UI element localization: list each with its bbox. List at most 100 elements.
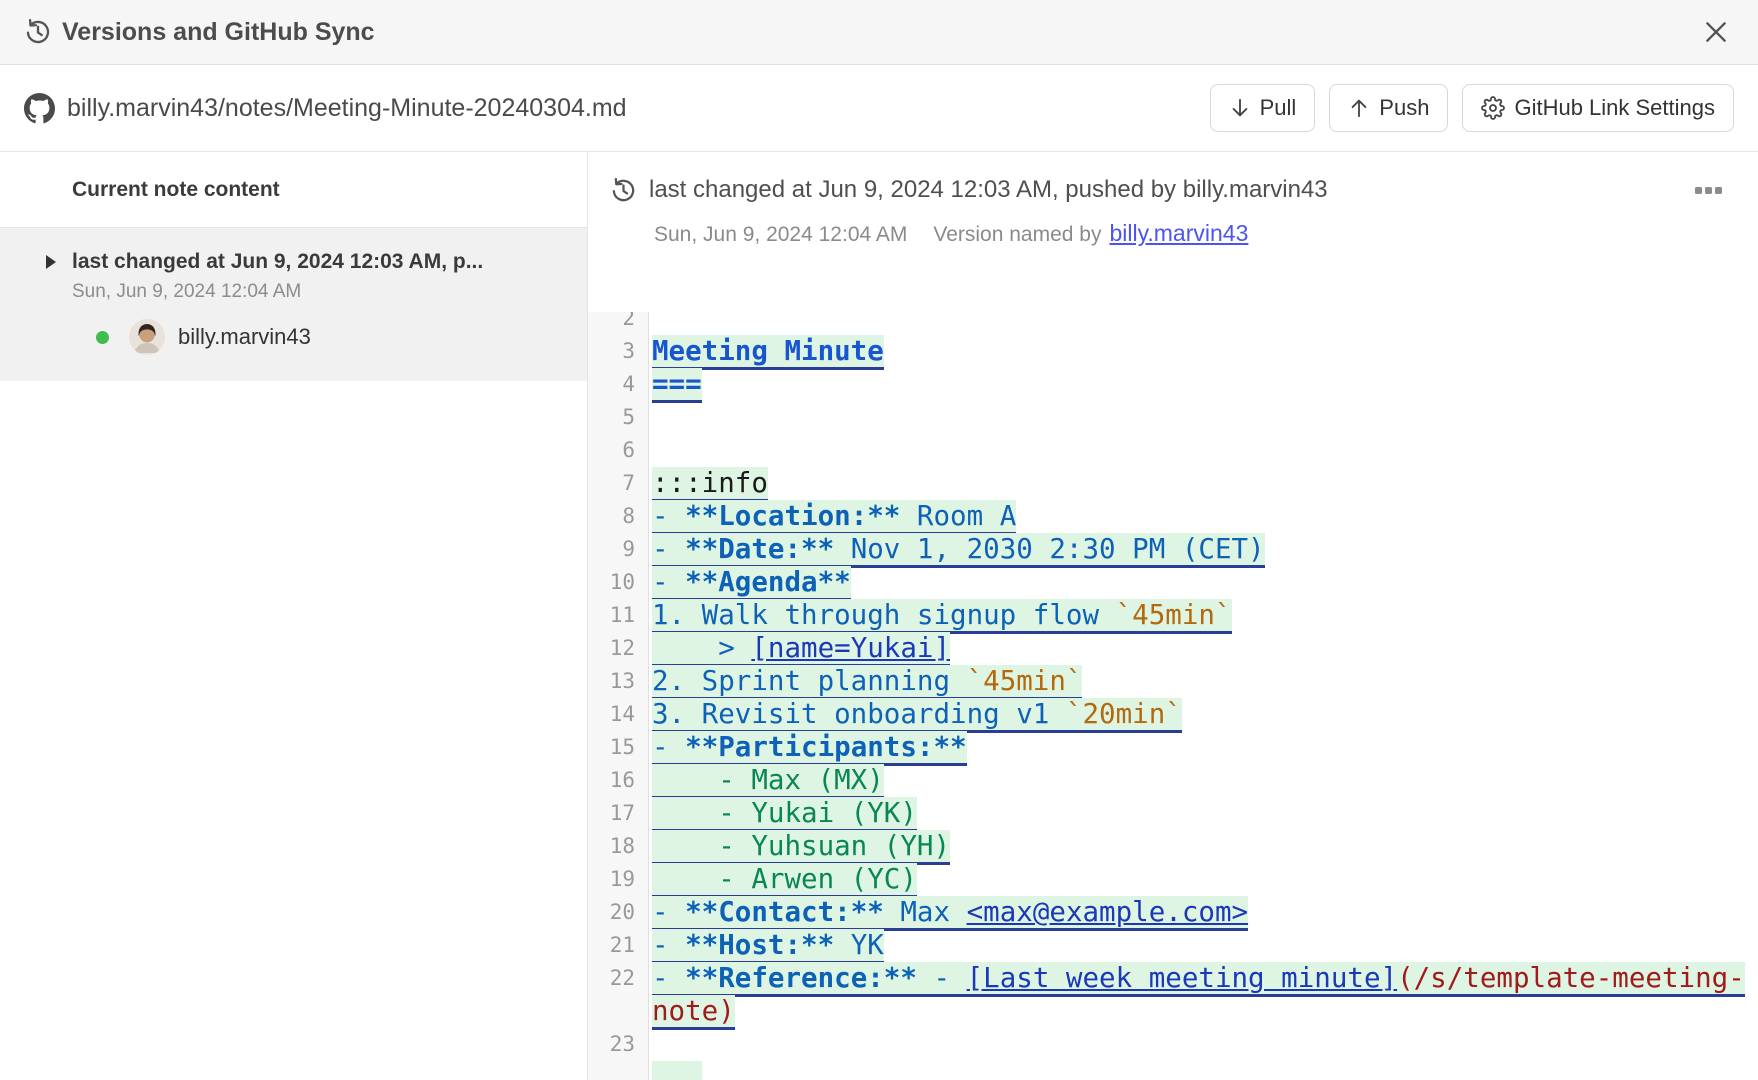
version-author-name: billy.marvin43 (178, 324, 311, 350)
avatar (129, 319, 165, 355)
line-content: - Max (MX) (648, 764, 1758, 797)
line-number: 22 (588, 962, 648, 995)
line-number: 9 (588, 533, 648, 566)
history-icon (610, 177, 637, 204)
diff-added-segment: Meeting Minute (652, 335, 884, 370)
push-button[interactable]: Push (1329, 84, 1448, 132)
line-content: 2. Sprint planning `45min` (648, 665, 1758, 698)
line-number: 18 (588, 830, 648, 863)
diff-added-segment: - **Participants:** (652, 731, 967, 766)
version-detail-panel: last changed at Jun 9, 2024 12:03 AM, pu… (588, 152, 1758, 1080)
gear-icon (1481, 96, 1505, 120)
code-lines: 23Meeting Minute4===567:::info8- **Locat… (588, 312, 1758, 1080)
line-content: - **Host:** YK (648, 929, 1758, 962)
line-content: - **Reference:** - [Last week meeting mi… (648, 962, 1758, 1028)
line-number: 19 (588, 863, 648, 896)
code-line: 18 - Yuhsuan (YH) (588, 830, 1758, 863)
version-named-by-label: Version named by (933, 223, 1101, 247)
line-number: 17 (588, 797, 648, 830)
code-line: 2 (588, 312, 1758, 335)
online-status-dot (96, 331, 109, 344)
github-logo-icon (24, 93, 55, 124)
line-number: 8 (588, 500, 648, 533)
code-line: 16 - Max (MX) (588, 764, 1758, 797)
version-author-row: billy.marvin43 (96, 319, 567, 355)
line-number: 2 (588, 312, 648, 335)
diff-added-segment: 2. Sprint planning `45min` (652, 665, 1082, 700)
line-number: 20 (588, 896, 648, 929)
code-line (588, 1061, 1758, 1080)
line-number: 3 (588, 335, 648, 368)
code-line: 19 - Arwen (YC) (588, 863, 1758, 896)
version-named-by-user-link[interactable]: billy.marvin43 (1109, 220, 1248, 247)
code-line: 111. Walk through signup flow `45min` (588, 599, 1758, 632)
line-number: 10 (588, 566, 648, 599)
line-content: - **Agenda** (648, 566, 1758, 599)
line-content: > [name=Yukai] (648, 632, 1758, 665)
modal-title: Versions and GitHub Sync (62, 18, 375, 47)
code-line: 5 (588, 401, 1758, 434)
code-line: 21- **Host:** YK (588, 929, 1758, 962)
arrow-up-icon (1348, 97, 1370, 119)
code-line: 6 (588, 434, 1758, 467)
line-content: 1. Walk through signup flow `45min` (648, 599, 1758, 632)
expand-caret-icon[interactable] (46, 255, 56, 269)
line-content: - Arwen (YC) (648, 863, 1758, 896)
line-content: 3. Revisit onboarding v1 `20min` (648, 698, 1758, 731)
version-detail-date: Sun, Jun 9, 2024 12:04 AM (654, 223, 907, 247)
github-actions: Pull Push GitHub Link Settings (1210, 84, 1734, 132)
code-line: 3Meeting Minute (588, 335, 1758, 368)
diff-added-segment: - **Host:** YK (652, 929, 884, 964)
code-line: 17 - Yukai (YK) (588, 797, 1758, 830)
line-content: - **Contact:** Max <max@example.com> (648, 896, 1758, 929)
modal-body: Current note content last changed at Jun… (0, 152, 1758, 1080)
line-content: - **Location:** Room A (648, 500, 1758, 533)
diff-added-segment: - Yukai (YK) (652, 797, 917, 832)
line-number: 11 (588, 599, 648, 632)
line-number: 4 (588, 368, 648, 401)
modal-title-bar: Versions and GitHub Sync (0, 0, 1758, 65)
diff-added-segment: === (652, 368, 702, 403)
diff-added-segment: - Yuhsuan (YH) (652, 830, 950, 865)
diff-added-segment: :::info (652, 467, 768, 502)
line-content: - Yukai (YK) (648, 797, 1758, 830)
line-number: 16 (588, 764, 648, 797)
github-link-settings-label: GitHub Link Settings (1514, 95, 1715, 121)
version-detail-title: last changed at Jun 9, 2024 12:03 AM, pu… (649, 176, 1328, 204)
code-line: 23 (588, 1028, 1758, 1061)
diff-added-segment: 1. Walk through signup flow `45min` (652, 599, 1232, 634)
line-number: 12 (588, 632, 648, 665)
code-line: 143. Revisit onboarding v1 `20min` (588, 698, 1758, 731)
line-content: - Yuhsuan (YH) (648, 830, 1758, 863)
diff-code-viewport[interactable]: 23Meeting Minute4===567:::info8- **Locat… (588, 312, 1758, 1080)
more-options-icon[interactable] (1689, 181, 1728, 200)
diff-added-segment: - **Agenda** (652, 566, 851, 601)
line-number: 13 (588, 665, 648, 698)
version-list-item-selected[interactable]: last changed at Jun 9, 2024 12:03 AM, p.… (0, 228, 587, 381)
code-line: 8- **Location:** Room A (588, 500, 1758, 533)
code-line: 15- **Participants:** (588, 731, 1758, 764)
sidebar-header: Current note content (0, 152, 587, 228)
diff-added-segment: > [name=Yukai] (652, 632, 950, 667)
github-link-settings-button[interactable]: GitHub Link Settings (1462, 84, 1734, 132)
versions-sidebar: Current note content last changed at Jun… (0, 152, 588, 1080)
code-line: 4=== (588, 368, 1758, 401)
version-date: Sun, Jun 9, 2024 12:04 AM (72, 281, 567, 303)
code-line: 132. Sprint planning `45min` (588, 665, 1758, 698)
line-content: - **Participants:** (648, 731, 1758, 764)
diff-added-segment: - Max (MX) (652, 764, 884, 799)
line-number: 15 (588, 731, 648, 764)
close-icon[interactable] (1698, 14, 1734, 50)
line-number: 21 (588, 929, 648, 962)
line-number: 5 (588, 401, 648, 434)
diff-added-segment: - **Contact:** Max <max@example.com> (652, 896, 1248, 931)
line-content: === (648, 368, 1758, 401)
code-line: 9- **Date:** Nov 1, 2030 2:30 PM (CET) (588, 533, 1758, 566)
pull-button[interactable]: Pull (1210, 84, 1316, 132)
diff-added-segment: - **Date:** Nov 1, 2030 2:30 PM (CET) (652, 533, 1265, 568)
pull-button-label: Pull (1260, 95, 1297, 121)
line-number: 14 (588, 698, 648, 731)
line-content: - **Date:** Nov 1, 2030 2:30 PM (CET) (648, 533, 1758, 566)
code-line: 22- **Reference:** - [Last week meeting … (588, 962, 1758, 1028)
repo-file-path: billy.marvin43/notes/Meeting-Minute-2024… (67, 94, 627, 123)
